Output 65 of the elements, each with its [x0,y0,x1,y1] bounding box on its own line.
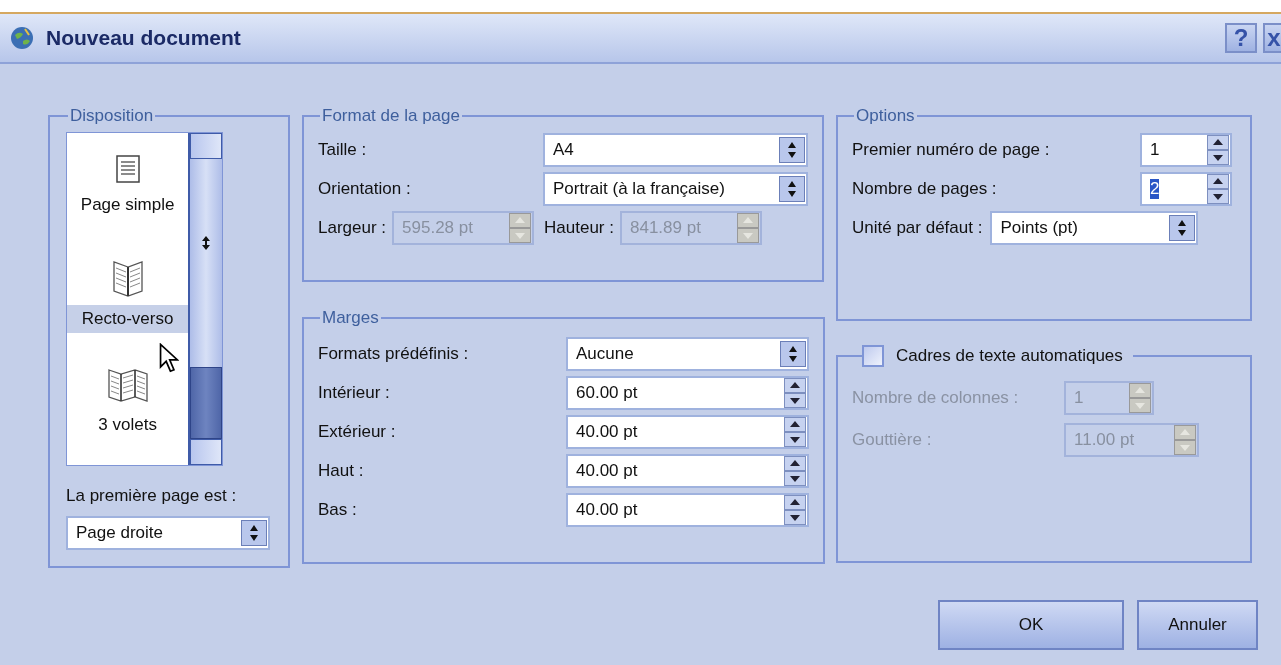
spin-arrows-icon [1207,135,1229,165]
first-page-dropdown[interactable]: Page droite [66,516,270,550]
dropdown[interactable]: Portrait (à la française) [543,172,808,206]
spin-field[interactable]: 1 [1140,133,1232,167]
dialog-button[interactable]: OK [938,600,1124,650]
field-label: Extérieur : [318,422,397,442]
spin-arrows-icon [784,495,806,525]
field-label: Gouttière : [852,430,933,450]
field-label: Nombre de colonnes : [852,388,1020,408]
field-label: Bas : [318,500,358,520]
field-label: Largeur : [318,218,387,238]
dropdown-arrows-icon [779,137,805,163]
scrollbar-thumb[interactable] [190,367,222,439]
field-label: Taille : [318,140,368,160]
spin-arrows-icon [1207,174,1229,204]
layout-option[interactable]: Recto-verso [67,305,189,333]
spin-field[interactable]: 60.00 pt [566,376,809,410]
spin-arrows-icon [509,213,532,243]
dropdown-arrows-icon [1169,215,1196,241]
dropdown[interactable]: A4 [543,133,808,167]
checkbox-label: Cadres de texte automatiques [896,346,1123,366]
field-label: Nombre de pages : [852,179,998,199]
layout-option[interactable]: Page simple [67,191,189,219]
field-label: Hauteur : [544,218,614,238]
spin-field[interactable]: 2 [1140,172,1232,206]
spin-arrows-icon [737,213,759,243]
field-label: Premier numéro de page : [852,140,1051,160]
mouse-pointer-icon [159,343,179,374]
spin-arrows-icon [1129,383,1151,413]
scroll-up-button[interactable] [190,133,222,159]
scrollbar[interactable] [188,133,222,465]
group-title: Disposition [70,106,154,125]
dropdown[interactable]: Aucune [566,337,809,371]
group-title: Format de la page [322,106,460,125]
help-button[interactable]: ? [1225,23,1257,53]
spin-field[interactable]: 40.00 pt [566,454,809,488]
open-book-icon [111,261,144,297]
spin-arrows-icon [784,417,806,447]
field-label: Intérieur : [318,383,391,403]
checkbox[interactable] [862,345,884,367]
field-label: Haut : [318,461,365,481]
single-page-icon [115,155,140,183]
scroll-down-button[interactable] [190,439,222,465]
spin-arrows-icon [1174,425,1196,455]
group-title: Options [856,106,915,125]
field-label: Orientation : [318,179,412,199]
close-button[interactable]: x [1263,23,1281,53]
dropdown[interactable]: Points (pt) [990,211,1199,245]
spin-arrows-icon [784,378,806,408]
spin-field[interactable]: 40.00 pt [566,493,809,527]
dropdown-arrows-icon [780,341,806,367]
layout-option[interactable]: 3 volets [67,411,189,439]
globe-icon [10,26,34,50]
group-title: Marges [322,308,379,327]
resize-arrows-icon [202,236,211,250]
dropdown-arrows-icon [241,520,267,546]
dialog-button[interactable]: Annuler [1137,600,1258,650]
first-page-label: La première page est : [66,486,238,506]
spin-arrows-icon [784,456,806,486]
dropdown-arrows-icon [779,176,805,202]
field-label: Formats prédéfinis : [318,344,470,364]
tri-fold-icon [107,367,148,403]
field-label: Unité par défaut : [852,218,983,238]
window-title: Nouveau document [46,26,242,50]
spin-field[interactable]: 40.00 pt [566,415,809,449]
